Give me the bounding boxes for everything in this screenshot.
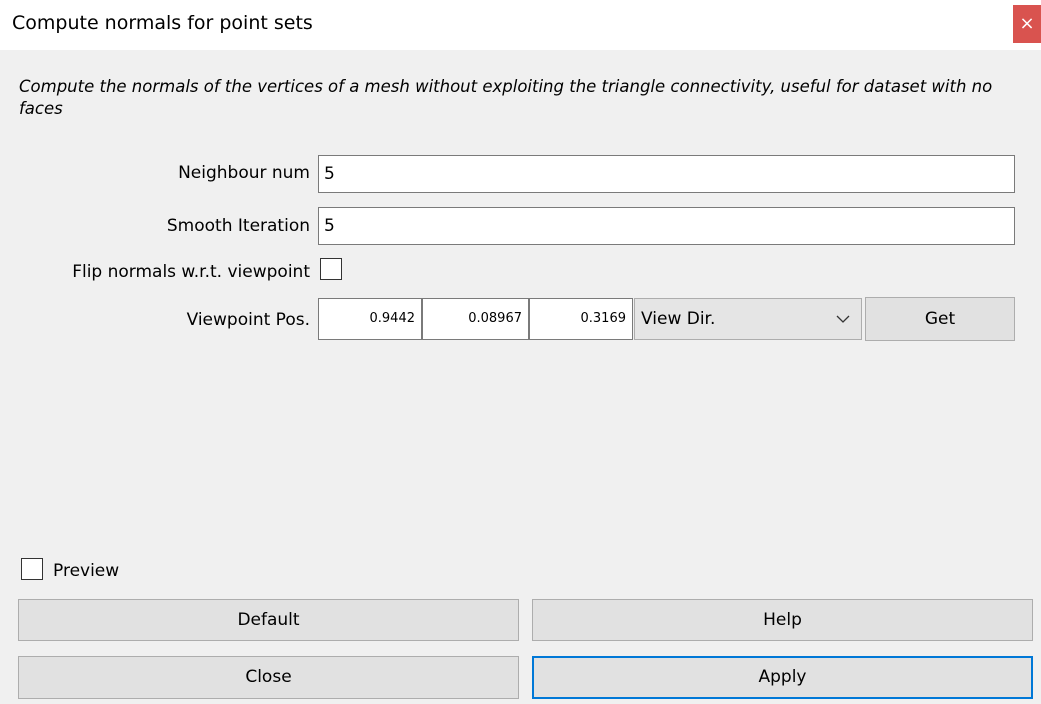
flip-normals-checkbox[interactable] <box>320 258 342 280</box>
apply-button[interactable]: Apply <box>532 656 1033 699</box>
default-button[interactable]: Default <box>18 599 519 641</box>
preview-checkbox[interactable] <box>21 558 43 580</box>
preview-label: Preview <box>53 561 120 581</box>
neighbour-num-input[interactable] <box>318 155 1015 193</box>
chevron-down-icon <box>836 315 850 323</box>
viewpoint-pos-label: Viewpoint Pos. <box>186 310 310 330</box>
smooth-iteration-label: Smooth Iteration <box>166 216 310 236</box>
neighbour-num-label: Neighbour num <box>178 163 310 183</box>
flip-normals-label: Flip normals w.r.t. viewpoint <box>72 262 310 282</box>
viewpoint-y-field[interactable]: 0.08967 <box>422 298 529 340</box>
viewpoint-mode-dropdown[interactable]: View Dir. <box>634 298 862 340</box>
close-window-button[interactable]: × <box>1013 5 1041 43</box>
close-button[interactable]: Close <box>18 656 519 699</box>
title-bar: Compute normals for point sets × <box>0 0 1041 50</box>
apply-button-label: Apply <box>758 667 807 687</box>
close-icon: × <box>1019 13 1035 34</box>
get-viewpoint-label: Get <box>924 309 956 329</box>
viewpoint-z-field[interactable]: 0.3169 <box>529 298 633 340</box>
viewpoint-mode-value: View Dir. <box>641 309 716 329</box>
viewpoint-x-field[interactable]: 0.9442 <box>318 298 422 340</box>
smooth-iteration-input[interactable] <box>318 207 1015 245</box>
default-button-label: Default <box>237 610 300 630</box>
close-button-label: Close <box>245 667 292 687</box>
get-viewpoint-button[interactable]: Get <box>865 297 1015 341</box>
filter-description: Compute the normals of the vertices of a… <box>19 77 993 118</box>
window-title: Compute normals for point sets <box>12 12 313 34</box>
help-button[interactable]: Help <box>532 599 1033 641</box>
help-button-label: Help <box>763 610 802 630</box>
